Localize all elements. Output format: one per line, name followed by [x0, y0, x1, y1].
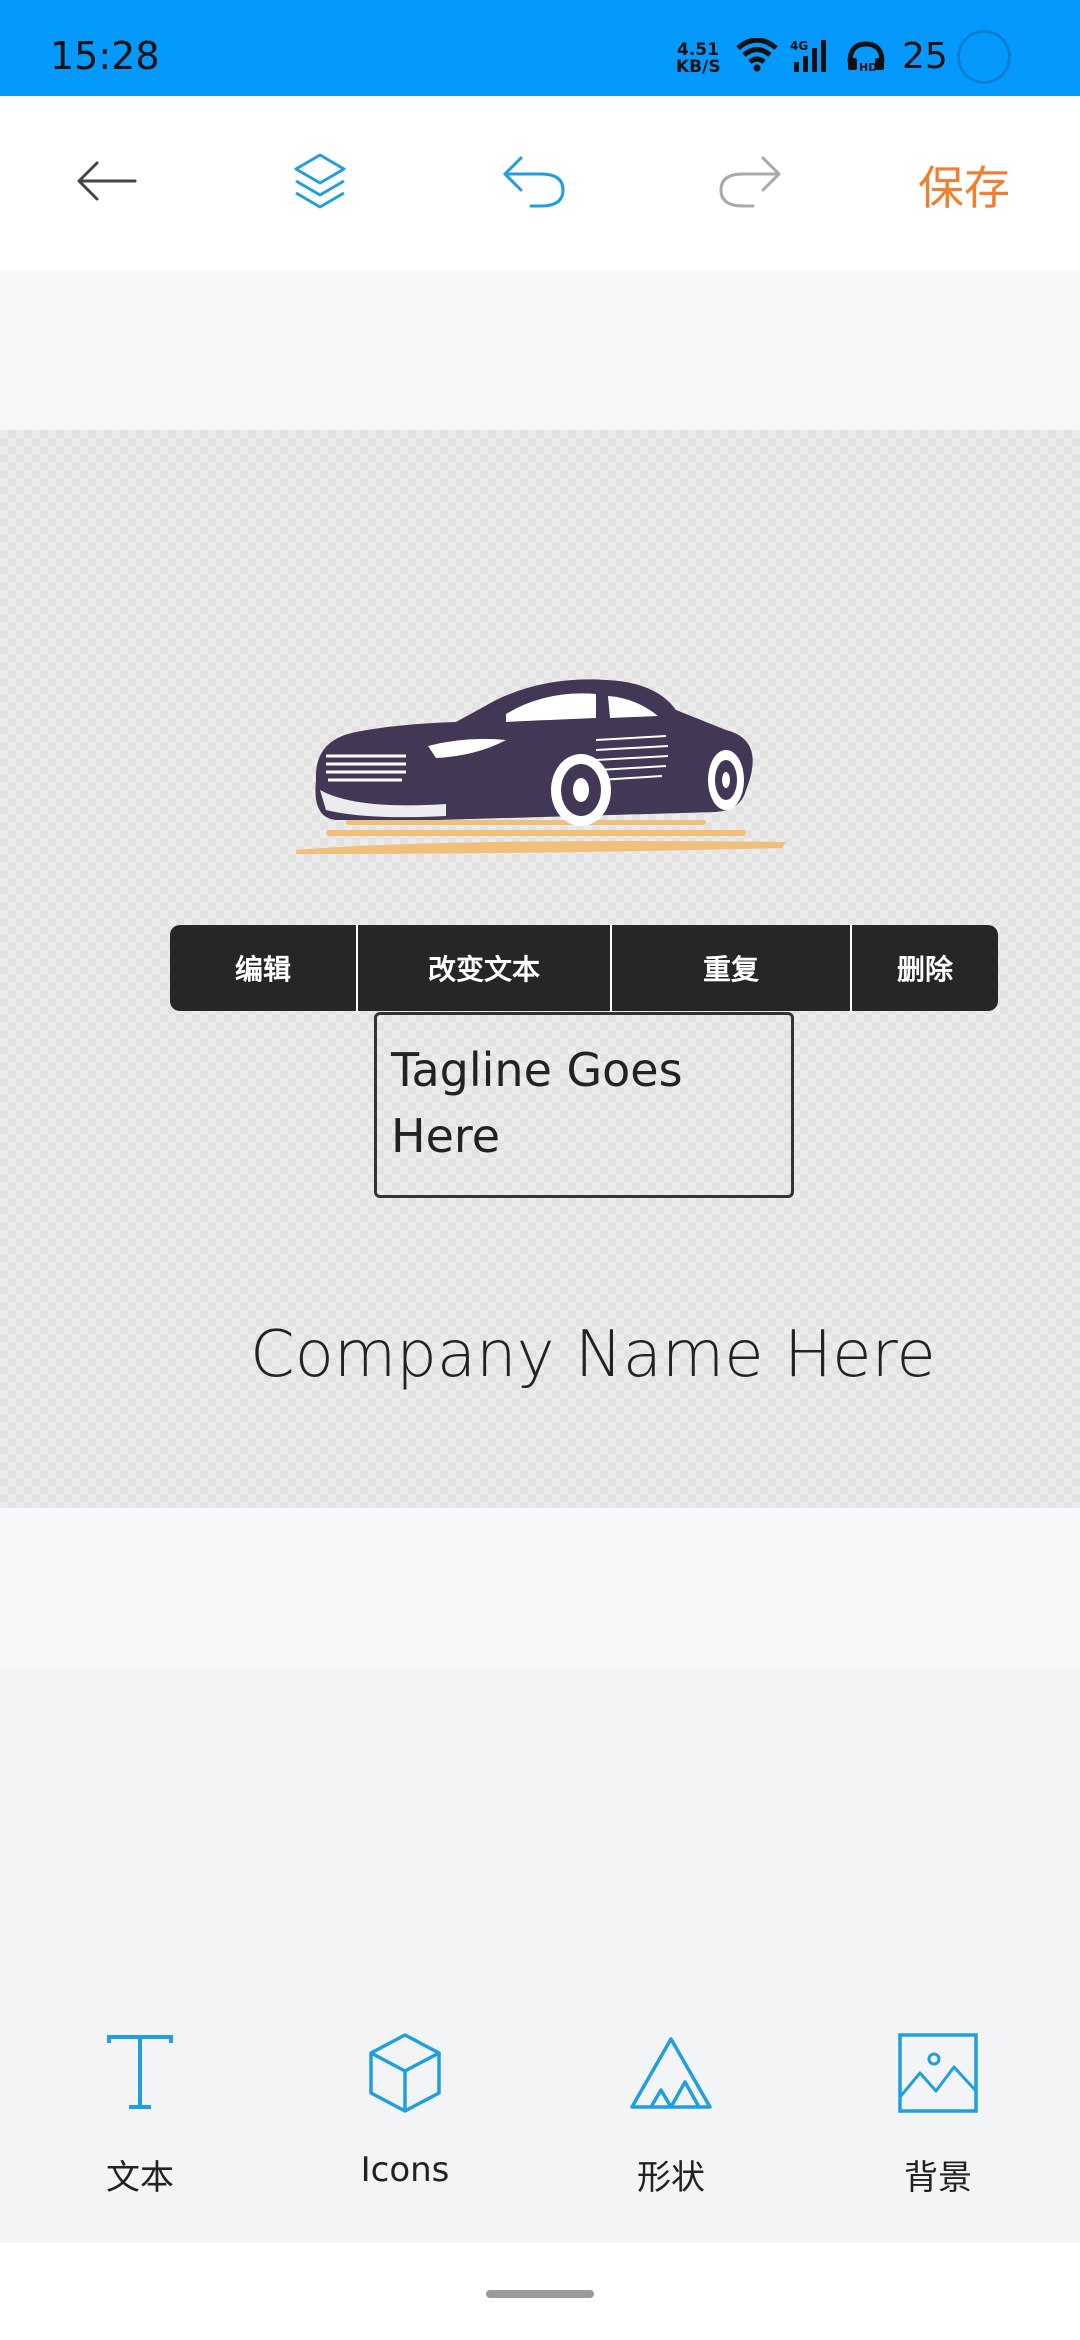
network-speed: 4.51 KB/S — [676, 42, 721, 77]
canvas-bottom-margin — [0, 1508, 1080, 1668]
duplicate-button[interactable]: 重复 — [612, 925, 852, 1011]
tool-text[interactable]: 文本 — [40, 2018, 240, 2199]
change-text-button[interactable]: 改变文本 — [358, 925, 612, 1011]
undo-icon — [503, 156, 565, 208]
wifi-icon — [736, 38, 778, 72]
tool-icons-label: Icons — [360, 2150, 450, 2190]
network-speed-unit: KB/S — [676, 57, 721, 77]
tool-icons[interactable]: Icons — [305, 2018, 505, 2190]
status-time: 15:28 — [50, 34, 160, 78]
tool-background-label: 背景 — [904, 2158, 972, 2198]
tool-shape[interactable]: 形状 — [571, 2018, 771, 2199]
svg-text:4G: 4G — [790, 39, 808, 53]
car-logo-icon[interactable] — [296, 670, 786, 860]
status-bar: 15:28 4.51 KB/S 4G HD 25 — [0, 0, 1080, 96]
undo-button[interactable] — [494, 136, 574, 226]
svg-text:HD: HD — [859, 61, 877, 74]
back-button[interactable] — [66, 136, 146, 226]
edit-button[interactable]: 编辑 — [170, 925, 358, 1011]
gesture-bar — [0, 2243, 1080, 2340]
text-context-menu: 编辑 改变文本 重复 删除 — [170, 925, 998, 1011]
notification-ring-icon — [957, 30, 1011, 84]
canvas-top-margin — [0, 270, 1080, 430]
tool-shape-label: 形状 — [637, 2158, 705, 2198]
shape-icon — [630, 2037, 712, 2109]
layers-button[interactable] — [280, 136, 360, 226]
tool-background[interactable]: 背景 — [838, 2018, 1038, 2199]
redo-button[interactable] — [710, 136, 790, 226]
cube-icon — [369, 2033, 441, 2113]
home-indicator[interactable] — [486, 2290, 594, 2298]
layers-icon — [294, 153, 346, 209]
hd-call-icon: HD — [847, 41, 885, 74]
company-name-text[interactable]: Company Name Here — [250, 1320, 936, 1390]
tagline-text[interactable]: Tagline Goes Here — [391, 1037, 781, 1169]
back-arrow-icon — [77, 161, 137, 201]
delete-button[interactable]: 删除 — [852, 925, 998, 1011]
bottom-tool-bar: 文本 Icons 形状 背景 — [0, 1668, 1080, 2243]
save-button[interactable]: 保存 — [918, 152, 1010, 218]
text-tool-icon — [107, 2035, 173, 2109]
battery-level: 25 — [902, 36, 948, 77]
editor-toolbar: 保存 — [0, 96, 1080, 270]
tool-text-label: 文本 — [106, 2158, 174, 2198]
redo-icon — [719, 156, 781, 208]
image-background-icon — [898, 2033, 978, 2113]
signal-4g-icon: 4G — [790, 39, 826, 72]
tagline-selection-box[interactable]: Tagline Goes Here — [374, 1012, 794, 1198]
